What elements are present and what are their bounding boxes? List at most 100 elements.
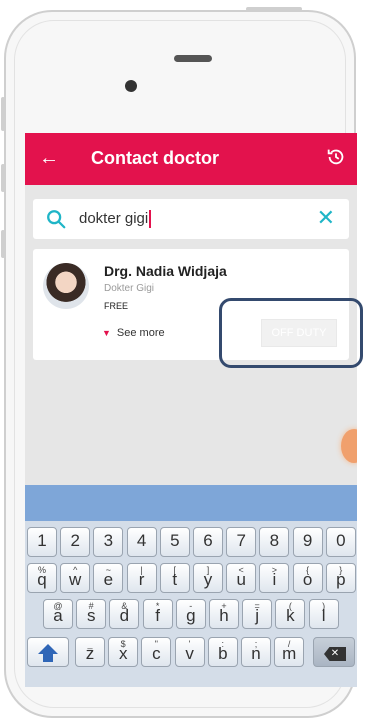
highlight-annotation <box>219 298 363 368</box>
see-more-link[interactable]: ▼ See more <box>102 327 165 339</box>
key-label: i <box>272 570 277 589</box>
key-q[interactable]: % q <box>27 563 57 593</box>
floating-action-button[interactable] <box>341 429 357 463</box>
page-title: Contact doctor <box>91 148 219 168</box>
keyboard: 1 2 3 4 5 6 7 8 9 0 % q ^ w ~ e | r[t] y < u > i{o} p @ a # s & d * f - g… <box>25 485 357 687</box>
key-label: a <box>53 606 63 625</box>
key-e[interactable]: ~ e <box>93 563 124 593</box>
close-icon[interactable]: ✕ <box>317 207 335 229</box>
key-label: 1 <box>37 531 47 550</box>
shift-arrow-stem <box>43 654 53 662</box>
key-p[interactable]: } p <box>325 563 356 593</box>
arrow-left-icon[interactable]: ← <box>39 147 59 169</box>
key-3[interactable]: 3 <box>93 527 124 557</box>
earpiece-speaker <box>174 55 212 62</box>
search-icon <box>47 210 66 229</box>
key-label: 7 <box>236 531 246 550</box>
key-a[interactable]: @ a <box>43 599 73 629</box>
key-label: n <box>251 644 261 663</box>
key-label: c <box>152 644 161 663</box>
key-label: 9 <box>302 531 313 550</box>
shift-key[interactable] <box>27 637 69 667</box>
key-r[interactable]: | r <box>126 563 157 593</box>
key-label: 5 <box>170 531 180 550</box>
key-b[interactable]: :b <box>207 637 238 667</box>
key-label: o <box>302 570 313 589</box>
key-2[interactable]: 2 <box>60 527 91 557</box>
key-label: g <box>186 606 196 625</box>
key-7[interactable]: 7 <box>226 527 257 557</box>
key-m[interactable]: / m <box>274 637 305 667</box>
key-label: 0 <box>336 531 346 550</box>
front-camera <box>125 80 137 92</box>
shift-arrow-icon <box>38 644 58 654</box>
key-i[interactable]: > i <box>259 563 290 593</box>
key-label: q <box>37 570 47 589</box>
key-label: t <box>172 570 178 589</box>
key-v[interactable]: ' v <box>174 637 205 667</box>
key-label: b <box>218 644 228 663</box>
app-screen: ← Contact doctor dokter gigi ✕ Drg. Nadi… <box>25 133 357 687</box>
key-w[interactable]: ^ w <box>60 563 91 593</box>
key-label: 3 <box>103 531 114 550</box>
key-f[interactable]: * f <box>142 599 173 629</box>
history-icon[interactable] <box>325 146 347 168</box>
key-l[interactable]: ) l <box>308 599 339 629</box>
key-u[interactable]: < u <box>226 563 257 593</box>
key-label: 8 <box>269 531 280 550</box>
key-s[interactable]: # s <box>76 599 107 629</box>
key-label: r <box>138 570 145 589</box>
key-label: w <box>69 570 82 589</box>
chevron-down-icon: ▼ <box>102 328 111 338</box>
key-d[interactable]: & d <box>109 599 140 629</box>
key-label: 6 <box>203 531 213 550</box>
backspace-icon: ✕ <box>324 647 346 661</box>
doctor-name: Drg. Nadia Widjaja <box>104 263 227 279</box>
volume-up-button <box>1 164 5 192</box>
key-8[interactable]: 8 <box>259 527 290 557</box>
keyboard-toolbar <box>25 485 357 521</box>
doctor-specialty: Dokter Gigi <box>104 283 155 294</box>
key-label: j <box>255 606 260 625</box>
search-bar: dokter gigi ✕ <box>33 199 349 239</box>
key-n[interactable]: ; n <box>241 637 271 667</box>
key-5[interactable]: 5 <box>159 527 190 557</box>
key-label: 4 <box>136 531 147 550</box>
key-6[interactable]: 6 <box>193 527 223 557</box>
key-label: p <box>336 570 346 589</box>
key-t[interactable]: [t <box>159 563 190 593</box>
volume-down-button <box>1 230 5 258</box>
key-o[interactable]: {o <box>292 563 323 593</box>
text-caret <box>149 210 152 229</box>
search-input[interactable]: dokter gigi <box>79 209 152 229</box>
key-0[interactable]: 0 <box>325 527 356 557</box>
key-label: l <box>321 606 326 625</box>
key-label: x <box>118 644 128 663</box>
search-input-text: dokter gigi <box>79 210 149 227</box>
key-z[interactable]: _ z <box>75 637 105 667</box>
key-label: m <box>282 644 297 663</box>
key-9[interactable]: 9 <box>292 527 323 557</box>
key-h[interactable]: + h <box>209 599 239 629</box>
avatar <box>43 263 89 309</box>
key-label: v <box>185 644 194 663</box>
see-more-label: See more <box>116 327 165 339</box>
key-y[interactable]: ] y <box>193 563 223 593</box>
key-c[interactable]: " c <box>141 637 172 667</box>
key-k[interactable]: (k <box>275 599 306 629</box>
key-1[interactable]: 1 <box>27 527 57 557</box>
key-x[interactable]: $ x <box>108 637 139 667</box>
app-bar: ← Contact doctor <box>25 133 357 185</box>
key-label: z <box>85 644 95 663</box>
key-j[interactable]: = j <box>242 599 273 629</box>
key-label: y <box>203 570 213 589</box>
key-label: u <box>236 570 246 589</box>
backspace-key[interactable]: ✕ <box>313 637 355 667</box>
mute-switch <box>1 97 5 131</box>
key-label: k <box>286 606 295 625</box>
key-label: d <box>119 606 130 625</box>
key-label: s <box>86 606 96 625</box>
key-g[interactable]: -g <box>175 599 206 629</box>
key-label: e <box>103 570 114 589</box>
key-4[interactable]: 4 <box>126 527 157 557</box>
